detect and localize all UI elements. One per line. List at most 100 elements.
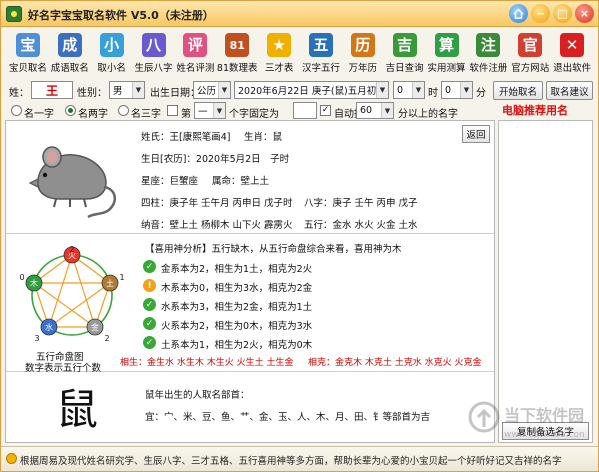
toolbar-button-10[interactable]: 吉吉日查询 xyxy=(384,32,426,76)
radical-advice-title: 鼠年出生的人取名部首： xyxy=(145,390,250,401)
calendar-type-value: 公历 xyxy=(197,86,217,97)
scholar-icon: 八 xyxy=(141,33,166,57)
toolbar-button-2[interactable]: 成成语取名 xyxy=(49,32,91,76)
score-threshold-select[interactable]: 60 ▼ xyxy=(356,102,394,119)
exit-x-icon: ✕ xyxy=(560,33,585,57)
toolbar-button-6[interactable]: 81 81数理表 xyxy=(216,32,258,76)
gender-select[interactable]: 男 ▼ xyxy=(109,81,145,99)
toolbar-button-11[interactable]: 算实用测算 xyxy=(426,32,468,76)
close-button[interactable]: × xyxy=(575,4,594,23)
element-analysis-row: 木系本为0，相生为3水，相克为2金 xyxy=(161,283,313,294)
toolbar-label: 实用测算 xyxy=(427,63,466,74)
fix-char-checkbox[interactable] xyxy=(167,105,178,116)
wheel-node-count: 2 xyxy=(104,334,109,343)
maximize-button[interactable]: □ xyxy=(553,4,572,23)
toolbar-label: 宝贝取名 xyxy=(8,63,47,74)
toolbar-label: 软件注册 xyxy=(469,63,508,74)
toolbar-button-1[interactable]: 宝宝贝取名 xyxy=(7,32,49,76)
person-icon: 小 xyxy=(99,33,124,57)
element-analysis-row: 土系本为1，相生为2火，相克为0木 xyxy=(161,340,313,351)
chevron-down-icon[interactable]: ▼ xyxy=(460,82,472,98)
wheel-node-label: 水 xyxy=(45,322,53,332)
minute-select[interactable]: 0 ▼ xyxy=(441,81,473,99)
chart-subcaption: 数字表示五行个数 xyxy=(25,363,102,374)
chevron-down-icon[interactable]: ▼ xyxy=(376,82,388,98)
radio-one-char-label[interactable]: 名一字 xyxy=(24,105,54,120)
house-icon: 官 xyxy=(518,33,543,57)
hour-select[interactable]: 0 ▼ xyxy=(393,81,425,99)
status-bar: 根据周易及现代姓名研究学、生辰八字、三才五格、五行喜用神等多方面，帮助长辈为心爱… xyxy=(1,446,598,471)
toolbar-button-5[interactable]: 评姓名评测 xyxy=(174,32,216,76)
book-icon: 成 xyxy=(57,33,82,57)
chevron-down-icon[interactable]: ▼ xyxy=(412,82,424,98)
five-elements-wheel: 火2土1金2水3木0 xyxy=(20,245,124,343)
people-icon: 评 xyxy=(183,33,208,57)
toolbar-button-8[interactable]: 五汉字五行 xyxy=(300,32,342,76)
favorable-element-summary: 【喜用神分析】五行缺木，从五行命盘综合来看，喜用神为木 xyxy=(145,244,402,255)
five-elements-section: 火2土1金2水3木0 五行命盘图 数字表示五行个数 【喜用神分析】五行缺木，从五… xyxy=(6,235,494,374)
toolbar-button-7[interactable]: ★ 三才表 xyxy=(258,32,300,76)
position-label: 第 xyxy=(181,109,191,120)
toolbar-button-12[interactable]: 注软件注册 xyxy=(467,32,509,76)
element-analysis-row: 火系本为2，相生为0木，相克为3水 xyxy=(161,321,313,332)
star-icon: ★ xyxy=(267,33,292,57)
radio-three-char[interactable] xyxy=(118,105,129,116)
wheel-node-count: 2 xyxy=(69,245,74,254)
surname-label: 姓： xyxy=(9,88,29,99)
calendar-type-select[interactable]: 公历 ▼ xyxy=(193,81,231,99)
radio-two-char[interactable] xyxy=(65,105,76,116)
surname-input[interactable]: 王 xyxy=(31,81,73,99)
calendar-check-icon: 吉 xyxy=(392,33,417,57)
fixed-char-input[interactable] xyxy=(293,102,317,119)
position-value: 一 xyxy=(198,106,208,118)
toolbar-button-9[interactable]: 历万年历 xyxy=(342,32,384,76)
recommend-title: 电脑推荐用名 xyxy=(502,104,568,117)
mansion-info: 属命：壁上土 xyxy=(212,176,270,187)
minimize-button[interactable]: − xyxy=(531,4,550,23)
toolbar-button-3[interactable]: 小取小名 xyxy=(91,32,133,76)
toolbar-label: 81数理表 xyxy=(216,63,258,74)
name-input-row: 姓： 王 性别： 男 ▼ 出生日期： 公历 ▼ 2020年6月22日 庚子(鼠)… xyxy=(7,81,593,101)
radio-three-char-label[interactable]: 名三字 xyxy=(131,105,161,120)
wheel-node-label: 木 xyxy=(30,278,38,288)
back-button[interactable]: 返回 xyxy=(462,125,490,143)
chevron-down-icon[interactable]: ▼ xyxy=(132,82,144,98)
toolbar-label: 姓名评测 xyxy=(176,63,215,74)
wuxing-info: 五行：金水 水火 火金 土水 xyxy=(304,220,418,231)
chevron-down-icon[interactable]: ▼ xyxy=(218,82,230,98)
start-naming-button[interactable]: 开始取名 xyxy=(493,81,543,100)
gear-person-icon: 五 xyxy=(308,33,333,57)
toolbar-label: 吉日查询 xyxy=(385,63,424,74)
window-title: 好名字宝宝取名软件 V5.0（未注册） xyxy=(28,9,214,22)
title-bar[interactable]: 好名字宝宝取名软件 V5.0（未注册） − □ × xyxy=(1,1,598,27)
watermark-url: www.downxia.com xyxy=(504,430,584,440)
minute-value: 0 xyxy=(445,84,452,96)
checkmark-icon: ✓ xyxy=(143,298,156,311)
home-icon[interactable] xyxy=(509,4,528,23)
surname-info: 姓氏：王[康熙笔画4] xyxy=(141,132,231,143)
wheel-node-count: 3 xyxy=(34,334,39,343)
position-select[interactable]: 一 ▼ xyxy=(194,102,226,119)
chevron-down-icon[interactable]: ▼ xyxy=(213,103,225,118)
calendar-icon: 历 xyxy=(350,33,375,57)
radio-two-char-label[interactable]: 名两字 xyxy=(78,105,108,120)
toolbar-button-13[interactable]: 官官方网站 xyxy=(509,32,551,76)
toolbar-button-14[interactable]: ✕ 退出软件 xyxy=(551,32,593,76)
hour-unit-label: 时 xyxy=(428,88,438,99)
checkmark-icon: ✓ xyxy=(143,317,156,330)
zodiac-info: 生肖：鼠 xyxy=(244,132,283,143)
toolbar-label: 生辰八字 xyxy=(134,63,173,74)
overcoming-cycle-line: 相克：金克木 木克土 土克水 水克火 火克金 xyxy=(308,358,482,368)
lunar-birthday-info: 生日[农历]：2020年5月2日 子时 xyxy=(141,154,290,165)
result-panel: 姓氏：王[康熙笔画4] 生肖：鼠 返回 生日[农历]：2020年5月2日 子时 … xyxy=(5,120,495,443)
naming-suggestion-button[interactable]: 取名建议 xyxy=(546,81,593,100)
element-analysis-row: 金系本为2，相生为1土，相克为2火 xyxy=(161,264,313,275)
recommended-names-list[interactable]: 复制备选名字 xyxy=(498,120,593,443)
wheel-node-label: 土 xyxy=(106,278,114,288)
chevron-down-icon[interactable]: ▼ xyxy=(381,103,393,118)
auto-filter-checkbox[interactable]: ✓ xyxy=(320,105,331,116)
toolbar-button-4[interactable]: 八生辰八字 xyxy=(133,32,175,76)
checkmark-icon: ✓ xyxy=(143,336,156,349)
birth-date-picker[interactable]: 2020年6月22日 庚子(鼠)五月初二 ▼ xyxy=(234,81,389,99)
radio-one-char[interactable] xyxy=(11,105,22,116)
